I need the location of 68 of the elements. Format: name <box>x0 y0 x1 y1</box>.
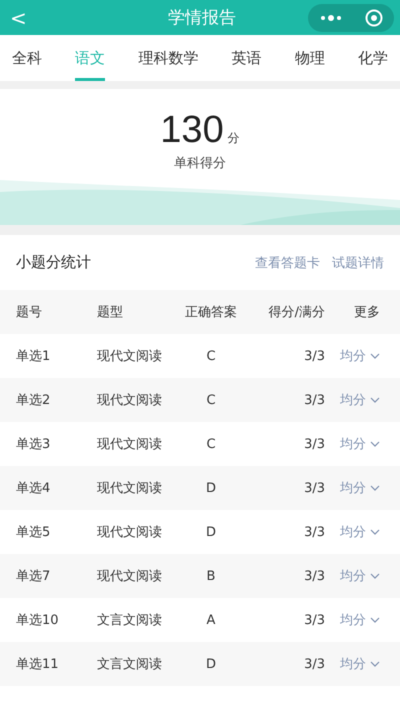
average-dropdown[interactable]: 均分 <box>340 391 380 409</box>
score-caption: 单科得分 <box>174 155 226 172</box>
score-value: 130 <box>160 109 224 152</box>
column-header: 得分/满分 <box>268 304 325 321</box>
table-cell-text: 单选11 <box>16 656 60 673</box>
subject-tab[interactable]: 理科数学 <box>138 35 198 81</box>
more-icon[interactable] <box>320 14 342 20</box>
table-cell-text: 3/3 <box>303 480 325 496</box>
table-cell-text: 单选4 <box>16 480 52 497</box>
table-cell-text: 现代文阅读 <box>97 392 163 409</box>
table-cell-text: 现代文阅读 <box>97 568 163 585</box>
average-dropdown[interactable]: 均分 <box>340 347 380 365</box>
table-cell-text: 单选3 <box>16 436 52 453</box>
column-header: 题号 <box>16 304 43 321</box>
column-header: 更多 <box>353 304 380 321</box>
chevron-down-icon <box>370 485 380 491</box>
table-cell-text: D <box>204 480 217 496</box>
table-cell-text: C <box>205 392 217 408</box>
chevron-down-icon <box>370 353 380 359</box>
chevron-down-icon <box>370 573 380 579</box>
table-cell-text: D <box>204 656 217 672</box>
average-dropdown[interactable]: 均分 <box>340 523 380 541</box>
table-cell-text: 单选7 <box>16 568 52 585</box>
score-unit: 分 <box>228 130 240 147</box>
average-dropdown[interactable]: 均分 <box>340 567 380 585</box>
subject-tab[interactable]: 语文 <box>75 35 106 81</box>
table-cell-text: D <box>204 524 217 540</box>
table-cell-text: 3/3 <box>303 524 325 540</box>
back-button[interactable]: < <box>10 8 27 28</box>
average-dropdown[interactable]: 均分 <box>340 655 380 673</box>
table-cell-text: 单选10 <box>16 612 60 629</box>
section-title: 小题分统计 <box>16 253 91 272</box>
chevron-down-icon <box>370 441 380 447</box>
column-header: 题型 <box>97 304 124 321</box>
table-cell-text: 3/3 <box>303 656 325 672</box>
table-cell-text: 现代文阅读 <box>97 436 163 453</box>
average-dropdown[interactable]: 均分 <box>340 435 380 453</box>
table-cell-text: 单选1 <box>16 348 52 365</box>
chevron-down-icon <box>370 617 380 623</box>
average-dropdown[interactable]: 均分 <box>340 611 380 629</box>
chevron-down-icon <box>370 397 380 403</box>
table-cell-text: 3/3 <box>303 568 325 584</box>
table-cell-text: A <box>206 612 216 628</box>
subject-tab[interactable]: 全科 <box>12 35 42 81</box>
section-link[interactable]: 查看答题卡 <box>255 254 320 272</box>
subject-tab[interactable]: 化学 <box>358 35 388 81</box>
table-cell-text: C <box>205 348 217 364</box>
table-cell-text: 单选5 <box>16 524 52 541</box>
subject-tab[interactable]: 物理 <box>294 35 325 81</box>
table-cell-text: 文言文阅读 <box>97 612 163 629</box>
average-dropdown[interactable]: 均分 <box>340 479 380 497</box>
table-cell-text: 3/3 <box>303 612 325 628</box>
table-cell-text: 3/3 <box>303 348 325 364</box>
table-cell-text: 文言文阅读 <box>97 656 163 673</box>
chevron-down-icon <box>370 529 380 535</box>
table-cell-text: 单选2 <box>16 392 52 409</box>
table-cell-text: 现代文阅读 <box>97 480 163 497</box>
subject-tab[interactable]: 英语 <box>232 35 262 81</box>
column-header: 正确答案 <box>184 304 238 321</box>
section-link[interactable]: 试题详情 <box>332 254 384 272</box>
chevron-down-icon <box>370 661 380 667</box>
table-cell-text: C <box>205 436 217 452</box>
window-title: 学情报告 <box>168 7 236 29</box>
table-cell-text: 现代文阅读 <box>97 524 163 541</box>
table-cell-text: 现代文阅读 <box>97 348 163 365</box>
table-cell-text: B <box>206 568 216 584</box>
table-cell-text: 3/3 <box>303 392 325 408</box>
table-cell-text: 3/3 <box>303 436 325 452</box>
